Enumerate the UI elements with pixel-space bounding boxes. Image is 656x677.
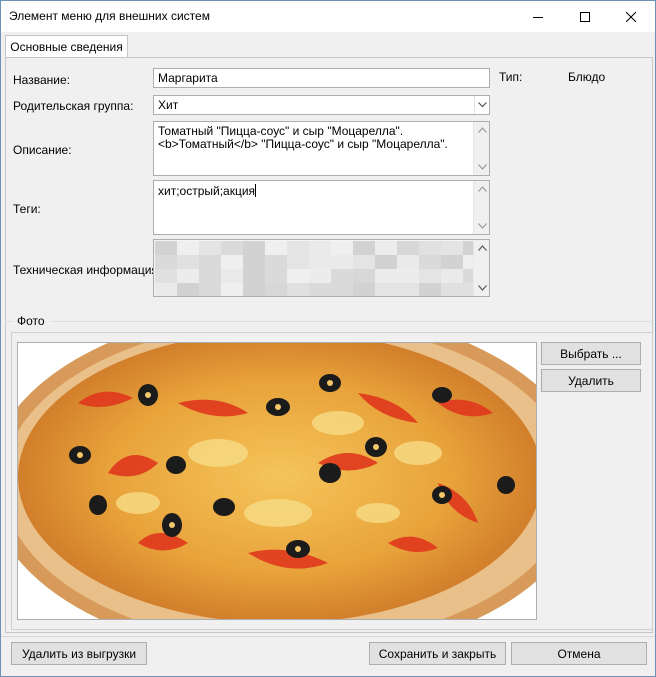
description-text: Томатный "Пицца-соус" и сыр "Моцарелла".… [158, 125, 448, 151]
minimize-button[interactable] [515, 1, 561, 32]
redaction-block [463, 283, 473, 296]
scroll-up-icon[interactable] [477, 125, 487, 135]
redaction-block [265, 283, 287, 296]
chevron-down-icon [477, 102, 487, 108]
tags-value: хит;острый;акция [158, 184, 256, 198]
choose-photo-button[interactable]: Выбрать ... [541, 342, 641, 365]
redaction-block [155, 283, 177, 296]
maximize-button[interactable] [562, 1, 608, 32]
dialog-window: Элемент меню для внешних систем Основные… [0, 0, 656, 677]
redaction-block [287, 283, 309, 296]
redaction-block [177, 283, 199, 296]
scroll-down-icon[interactable] [477, 162, 487, 172]
footer-divider [1, 636, 655, 637]
description-line-2: <b>Томатный</b> "Пицца-соус" и сыр "Моца… [158, 137, 448, 151]
save-and-close-button[interactable]: Сохранить и закрыть [369, 642, 506, 665]
redaction-block [199, 283, 221, 296]
name-value: Маргарита [158, 71, 218, 85]
parent-group-label: Родительская группа: [13, 99, 134, 113]
redaction-block [331, 283, 353, 296]
description-label: Описание: [13, 143, 72, 157]
close-button[interactable] [608, 1, 654, 32]
redaction-block [221, 283, 243, 296]
redaction-block [353, 283, 375, 296]
parent-group-select[interactable]: Хит [153, 95, 490, 115]
scroll-up-icon[interactable] [477, 243, 487, 253]
group-divider [51, 321, 653, 322]
redaction-block [243, 283, 265, 296]
group-divider [5, 321, 13, 322]
type-label: Тип: [499, 70, 523, 84]
scroll-down-icon[interactable] [477, 221, 487, 231]
title-bar[interactable]: Элемент меню для внешних систем [1, 1, 655, 32]
redaction-block [309, 283, 331, 296]
window-title: Элемент меню для внешних систем [9, 9, 210, 23]
tags-scrollbar[interactable] [473, 181, 489, 234]
redaction-block [441, 283, 463, 296]
remove-from-export-button[interactable]: Удалить из выгрузки [11, 642, 147, 665]
scroll-up-icon[interactable] [477, 184, 487, 194]
redaction-block [397, 283, 419, 296]
tags-textarea[interactable]: хит;острый;акция [153, 180, 490, 235]
close-icon [626, 11, 636, 22]
name-field[interactable]: Маргарита [153, 68, 490, 88]
tech-info-redacted [155, 241, 473, 296]
type-value: Блюдо [568, 70, 606, 84]
tags-text: хит;острый;акция [158, 184, 257, 198]
tags-label: Теги: [13, 202, 41, 216]
photo-group-title: Фото [15, 314, 47, 328]
text-caret [255, 184, 257, 197]
cancel-button[interactable]: Отмена [511, 642, 647, 665]
pizza-photo [17, 342, 537, 620]
tab-strip: Основные сведения [1, 32, 655, 58]
description-line-1: Томатный "Пицца-соус" и сыр "Моцарелла". [158, 124, 404, 138]
redaction-block [375, 283, 397, 296]
tech-info-label: Техническая информация: [13, 263, 162, 277]
tech-info-scrollbar[interactable] [473, 240, 489, 296]
maximize-icon [580, 11, 590, 22]
minimize-icon [533, 16, 543, 18]
tab-main-info[interactable]: Основные сведения [5, 35, 128, 58]
description-scrollbar[interactable] [473, 122, 489, 175]
pizza-image [18, 343, 536, 619]
delete-photo-button[interactable]: Удалить [541, 369, 641, 392]
parent-group-dropdown-button[interactable] [474, 96, 489, 114]
redaction-block [419, 283, 441, 296]
tech-info-textarea[interactable] [153, 239, 490, 297]
scroll-down-icon[interactable] [477, 283, 487, 293]
description-textarea[interactable]: Томатный "Пицца-соус" и сыр "Моцарелла".… [153, 121, 490, 176]
name-label: Название: [13, 73, 70, 87]
parent-group-value: Хит [158, 98, 179, 112]
